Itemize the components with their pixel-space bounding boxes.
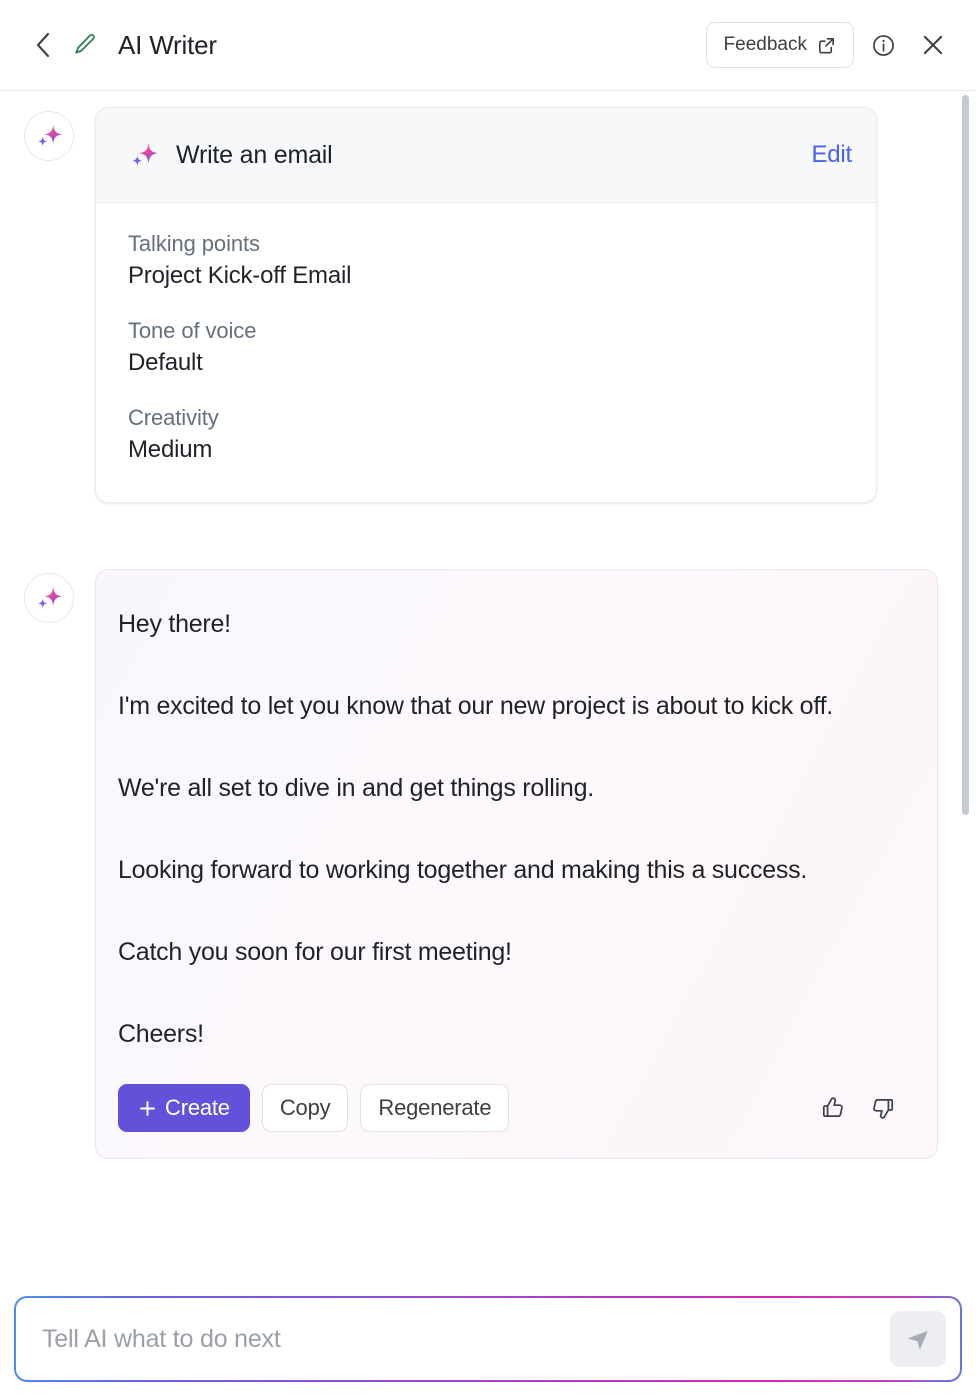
edit-button[interactable]: Edit <box>811 141 852 169</box>
prompt-card: Write an email Edit Talking points Proje… <box>95 107 877 503</box>
prompt-card-header: Write an email Edit <box>96 108 876 203</box>
feedback-button-label: Feedback <box>723 34 807 55</box>
chevron-left-icon <box>36 32 50 58</box>
avatar <box>24 111 74 161</box>
composer-area <box>0 1282 976 1400</box>
composer-inner <box>16 1298 960 1380</box>
regenerate-button[interactable]: Regenerate <box>360 1084 510 1132</box>
create-button[interactable]: Create <box>118 1084 250 1132</box>
plus-icon <box>140 1100 155 1116</box>
ai-writer-panel: AI Writer Feedback Write an email Edit T… <box>0 0 976 1400</box>
send-icon <box>907 1330 928 1350</box>
copy-button[interactable]: Copy <box>261 1084 349 1132</box>
prompt-card-body: Talking points Project Kick-off Email To… <box>96 203 876 502</box>
pencil-button[interactable] <box>68 28 102 62</box>
thumbs-up-icon <box>822 1097 843 1117</box>
field-label: Talking points <box>128 231 260 256</box>
sparkle-icon <box>132 143 158 166</box>
answer-paragraph: I'm excited to let you know that our new… <box>118 692 833 720</box>
pencil-icon <box>75 33 95 54</box>
send-button[interactable] <box>890 1311 946 1367</box>
answer-paragraph: Cheers! <box>118 1020 204 1048</box>
sparkle-icon <box>38 124 63 147</box>
answer-actions: Create Copy Regenerate <box>118 1084 905 1132</box>
thumbs-up-button[interactable] <box>811 1086 855 1130</box>
close-button[interactable] <box>912 24 954 66</box>
answer-text: Hey there! I'm excited to let you know t… <box>118 604 905 1055</box>
sparkle-icon <box>38 586 63 609</box>
field-talking-points: Talking points Project Kick-off Email <box>128 231 844 290</box>
field-value: Medium <box>128 436 213 463</box>
feedback-button[interactable]: Feedback <box>705 22 854 68</box>
field-label: Tone of voice <box>128 318 257 343</box>
answer-paragraph: Hey there! <box>118 610 231 638</box>
field-label: Creativity <box>128 405 219 430</box>
answer-card: Hey there! I'm excited to let you know t… <box>95 569 938 1159</box>
composer-input[interactable] <box>42 1324 890 1354</box>
info-circle-icon <box>872 34 894 56</box>
back-button[interactable] <box>28 30 58 60</box>
scrollbar-thumb[interactable] <box>962 95 969 815</box>
composer-gradient-border <box>14 1296 962 1382</box>
thumbs-down-button[interactable] <box>861 1086 905 1130</box>
panel-header: AI Writer Feedback <box>0 0 976 91</box>
answer-paragraph: Catch you soon for our first meeting! <box>118 938 512 966</box>
avatar <box>24 573 74 623</box>
prompt-card-title: Write an email <box>176 140 333 169</box>
field-value: Project Kick-off Email <box>128 262 352 289</box>
answer-paragraph: We're all set to dive in and get things … <box>118 774 594 802</box>
create-button-label: Create <box>165 1095 230 1120</box>
answer-paragraph: Looking forward to working together and … <box>118 856 808 884</box>
close-icon <box>923 35 943 55</box>
field-tone-of-voice: Tone of voice Default <box>128 318 844 377</box>
info-button[interactable] <box>862 24 904 66</box>
field-value: Default <box>128 349 203 376</box>
external-link-icon <box>819 37 834 54</box>
answer-message-row: Hey there! I'm excited to let you know t… <box>0 503 976 1159</box>
prompt-message-row: Write an email Edit Talking points Proje… <box>0 91 976 503</box>
conversation-scroll-area: Write an email Edit Talking points Proje… <box>0 91 976 1282</box>
thumbs-down-icon <box>873 1099 894 1119</box>
field-creativity: Creativity Medium <box>128 405 844 464</box>
page-title: AI Writer <box>118 29 217 60</box>
